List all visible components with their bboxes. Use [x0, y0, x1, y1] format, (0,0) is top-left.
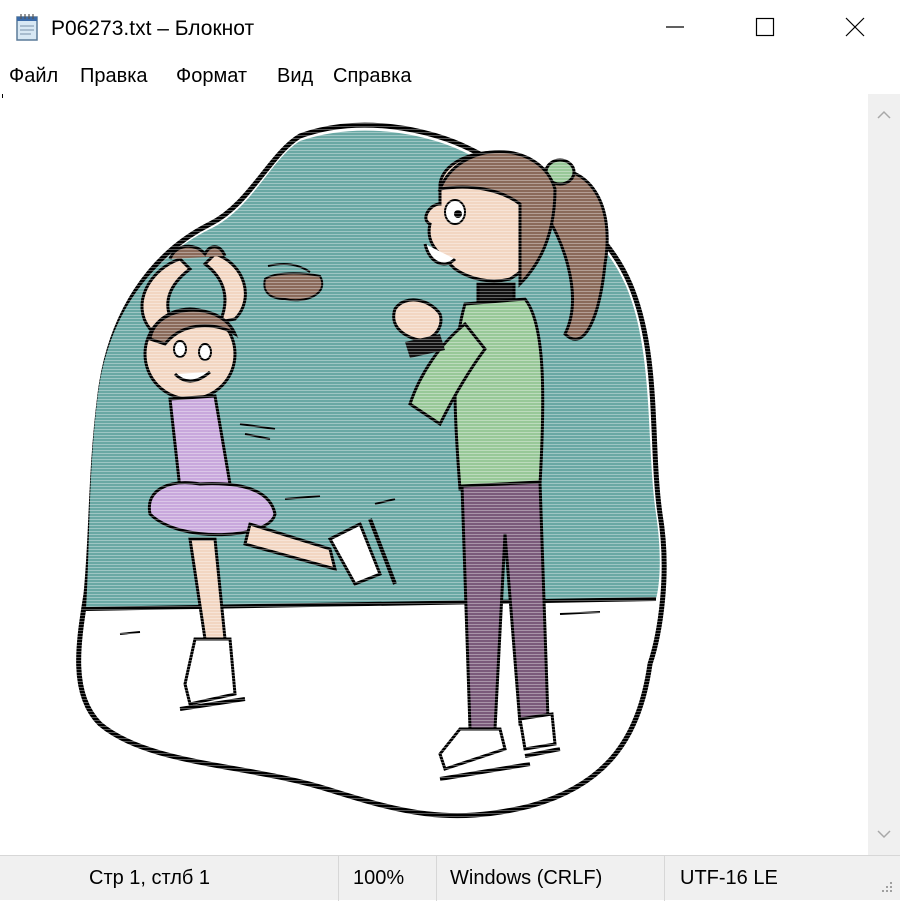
maximize-icon	[755, 17, 775, 42]
menu-format[interactable]: Формат	[176, 63, 247, 89]
chevron-down-icon	[876, 826, 892, 844]
chevron-up-icon	[876, 107, 892, 125]
notepad-icon	[14, 13, 40, 41]
status-divider	[436, 856, 437, 901]
scroll-down-button[interactable]	[868, 821, 900, 849]
scroll-up-button[interactable]	[868, 102, 900, 130]
status-zoom: 100%	[353, 867, 405, 889]
window-title: P06273.txt – Блокнот	[51, 17, 255, 40]
skating-illustration	[0, 94, 868, 855]
minimize-button[interactable]	[630, 0, 720, 58]
menu-view[interactable]: Вид	[277, 63, 313, 89]
status-divider	[338, 856, 339, 901]
resize-grip-icon[interactable]	[880, 880, 894, 894]
status-divider	[664, 856, 665, 901]
close-button[interactable]	[810, 0, 900, 58]
close-icon	[844, 16, 866, 43]
status-encoding: UTF-16 LE	[680, 867, 778, 889]
menu-file[interactable]: Файл	[9, 63, 58, 89]
menu-help[interactable]: Справка	[333, 63, 411, 89]
text-cursor	[2, 94, 3, 98]
text-editor[interactable]	[0, 94, 868, 855]
menu-edit[interactable]: Правка	[80, 63, 148, 89]
minimize-icon	[665, 17, 685, 42]
status-cursor-position: Стр 1, стлб 1	[89, 867, 211, 889]
menu-bar: Файл Правка Формат Вид Справка	[0, 58, 900, 94]
title-bar[interactable]: P06273.txt – Блокнот	[0, 0, 900, 58]
maximize-button[interactable]	[720, 0, 810, 58]
status-bar: Стр 1, стлб 1 100% Windows (CRLF) UTF-16…	[0, 855, 900, 901]
status-line-endings: Windows (CRLF)	[450, 867, 603, 889]
vertical-scrollbar[interactable]	[868, 94, 900, 855]
